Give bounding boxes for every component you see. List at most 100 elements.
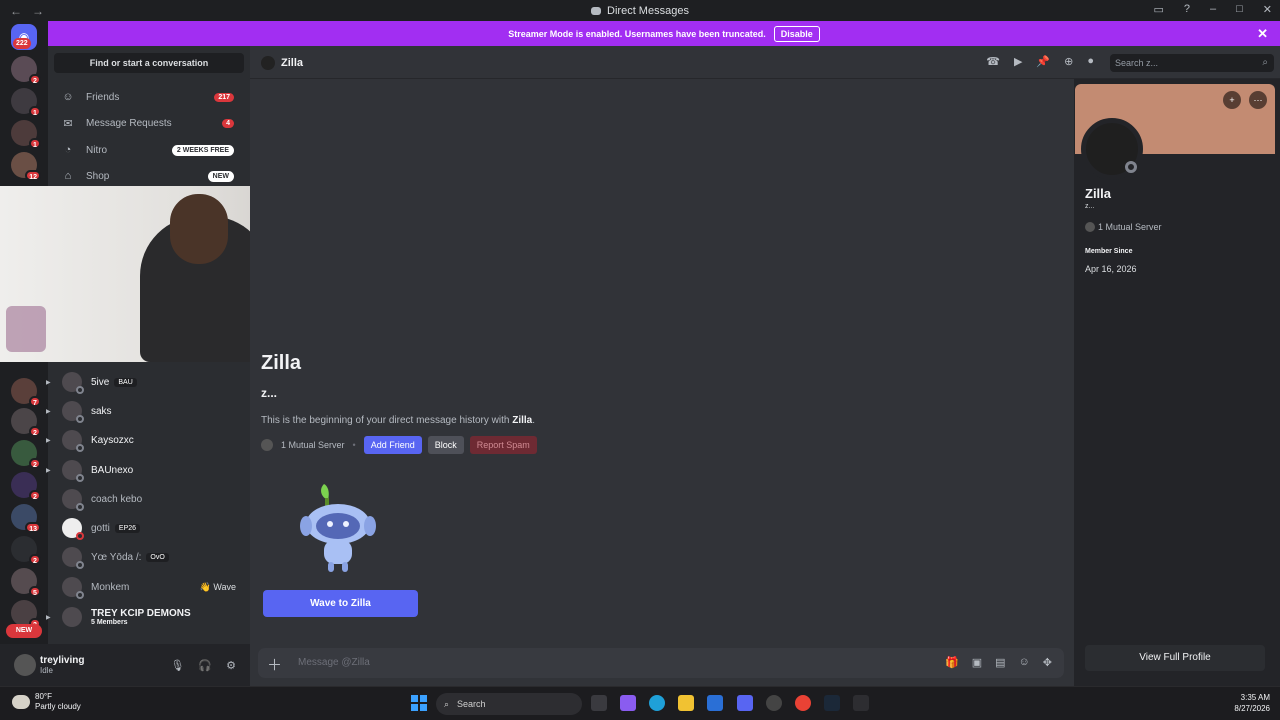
server-icon[interactable]: 1: [11, 120, 41, 149]
wumpus-wave-illustration: [300, 484, 376, 572]
sticker-icon[interactable]: ▤: [995, 656, 1005, 669]
avatar: [62, 460, 84, 482]
new-unreads-pill[interactable]: NEW: [6, 624, 42, 638]
discord-icon: [591, 6, 602, 15]
dm-list-item[interactable]: gotti EP26: [54, 516, 244, 540]
server-icon: [261, 439, 273, 451]
window-controls: ▭ ? – □ ✕: [1153, 3, 1272, 16]
gift-icon[interactable]: 🎁: [945, 656, 959, 669]
close-icon[interactable]: ✕: [1257, 26, 1268, 42]
server-icon[interactable]: 2: [11, 408, 41, 437]
dm-list-item[interactable]: ▶ 5ive BAU: [46, 370, 244, 394]
video-call-icon[interactable]: ▶: [1014, 55, 1022, 68]
message-composer[interactable]: ＋ Message @Zilla 🎁 ▣ ▤ ☺ ✥: [258, 648, 1064, 678]
chrome-icon[interactable]: [795, 695, 811, 711]
expand-arrow-icon: ▶: [46, 614, 51, 621]
sidebar-item-shop[interactable]: ⌂ Shop NEW: [54, 165, 244, 187]
emoji-icon[interactable]: ☺: [1019, 656, 1030, 669]
dm-list-item[interactable]: ▶ saks: [46, 399, 244, 423]
status-dot: [76, 415, 84, 423]
avatar: [62, 518, 84, 540]
add-friends-to-dm-icon[interactable]: ⊕: [1064, 55, 1073, 68]
wave-button[interactable]: 👋 Wave: [200, 582, 236, 593]
minimize-icon[interactable]: –: [1210, 3, 1216, 16]
clan-tag: BAU: [114, 377, 137, 387]
server-icon[interactable]: 2: [11, 472, 41, 501]
pin-icon[interactable]: 📌: [1036, 55, 1050, 68]
taskbar-clock[interactable]: 3:35 AM 8/27/2026: [1234, 692, 1270, 714]
report-spam-button[interactable]: Report Spam: [469, 436, 537, 454]
user-profile-icon[interactable]: ●: [1087, 55, 1094, 68]
sidebar-item-message-requests[interactable]: ✉ Message Requests 4: [54, 112, 244, 134]
view-full-profile-button[interactable]: View Full Profile: [1085, 645, 1265, 671]
profile-mutual-servers[interactable]: 1 Mutual Server: [1085, 222, 1162, 232]
close-window-icon[interactable]: ✕: [1263, 3, 1272, 16]
avatar: [62, 547, 84, 569]
server-icon[interactable]: 2: [11, 56, 41, 85]
wave-to-user-button[interactable]: Wave to Zilla: [263, 590, 418, 617]
vr-icon[interactable]: [853, 695, 869, 711]
edge-icon[interactable]: [649, 695, 665, 711]
dm-list-item[interactable]: Yœ Yōda /: OvO: [54, 545, 244, 569]
server-icon[interactable]: 2: [11, 536, 41, 565]
status-dot: [76, 386, 84, 394]
file-explorer-icon[interactable]: [678, 695, 694, 711]
headphones-icon[interactable]: 🎧: [198, 659, 212, 672]
inbox-icon[interactable]: ▭: [1153, 3, 1163, 16]
phone-call-icon[interactable]: ☎: [986, 55, 1000, 68]
taskbar-search[interactable]: ⌕ Search: [436, 693, 582, 715]
find-conversation-button[interactable]: Find or start a conversation: [54, 53, 244, 73]
block-button[interactable]: Block: [427, 436, 464, 454]
status-dot: [1125, 161, 1137, 173]
server-icon[interactable]: 13: [11, 504, 41, 533]
add-friend-icon[interactable]: +: [1223, 91, 1241, 109]
windows-taskbar: [0, 686, 1280, 720]
dm-list-item[interactable]: Monkem 👋 Wave: [54, 575, 244, 599]
user-info[interactable]: treyliving Idle: [40, 655, 84, 675]
store-icon[interactable]: [707, 695, 723, 711]
apps-icon[interactable]: ✥: [1043, 656, 1052, 669]
dm-list-item[interactable]: ▶ BAUnexo: [46, 458, 244, 482]
message-input[interactable]: Message @Zilla: [298, 657, 370, 668]
discord-taskbar-icon[interactable]: [737, 695, 753, 711]
microphone-icon[interactable]: 🎙: [170, 659, 184, 672]
expand-arrow-icon: ▶: [46, 467, 51, 474]
copilot-icon[interactable]: [620, 695, 636, 711]
server-icon[interactable]: 1: [11, 88, 41, 117]
sidebar-item-nitro[interactable]: ◔ Nitro 2 WEEKS FREE: [54, 139, 244, 161]
dm-intro-title: Zilla: [261, 352, 302, 374]
dm-list-item[interactable]: coach kebo: [54, 487, 244, 511]
server-icon[interactable]: 2: [11, 440, 41, 469]
add-friend-button[interactable]: Add Friend: [363, 436, 422, 454]
nitro-icon: ◔: [64, 144, 72, 156]
chat-header-name[interactable]: Zilla: [261, 56, 303, 70]
help-icon[interactable]: ?: [1184, 3, 1190, 16]
gear-icon[interactable]: ⚙: [226, 659, 236, 672]
mutual-servers-link[interactable]: 1 Mutual Server: [281, 440, 345, 450]
dm-list-item[interactable]: ▶ Kaysozxc: [46, 428, 244, 452]
expand-arrow-icon: ▶: [46, 437, 51, 444]
task-view-icon[interactable]: [591, 695, 607, 711]
server-icon[interactable]: 2: [11, 600, 41, 629]
avatar[interactable]: [14, 654, 36, 676]
server-icon[interactable]: 12: [11, 152, 41, 181]
search-icon: ⌕: [444, 698, 450, 709]
avatar: [62, 489, 84, 511]
app-icon[interactable]: [766, 695, 782, 711]
maximize-icon[interactable]: □: [1236, 3, 1243, 16]
more-options-icon[interactable]: ⋯: [1249, 91, 1267, 109]
steam-icon[interactable]: [824, 695, 840, 711]
windows-start-icon[interactable]: [411, 695, 427, 711]
disable-streamer-mode-button[interactable]: Disable: [773, 25, 820, 42]
attach-plus-icon[interactable]: ＋: [267, 654, 282, 675]
search-input[interactable]: Search z... ⌕: [1110, 54, 1274, 72]
member-since-label: Member Since: [1085, 248, 1133, 255]
banner-text: Streamer Mode is enabled. Usernames have…: [508, 28, 766, 39]
server-icon[interactable]: 7: [11, 378, 41, 407]
gif-icon[interactable]: ▣: [972, 656, 982, 669]
weather-widget[interactable]: 80°F Partly cloudy: [12, 692, 81, 712]
sidebar-item-friends[interactable]: ☺ Friends 217: [54, 86, 244, 108]
dm-list-item-group[interactable]: ▶ TREY KCIP DEMONS 5 Members: [46, 604, 244, 630]
server-icon[interactable]: 5: [11, 568, 41, 597]
shop-new-badge: NEW: [207, 170, 234, 182]
